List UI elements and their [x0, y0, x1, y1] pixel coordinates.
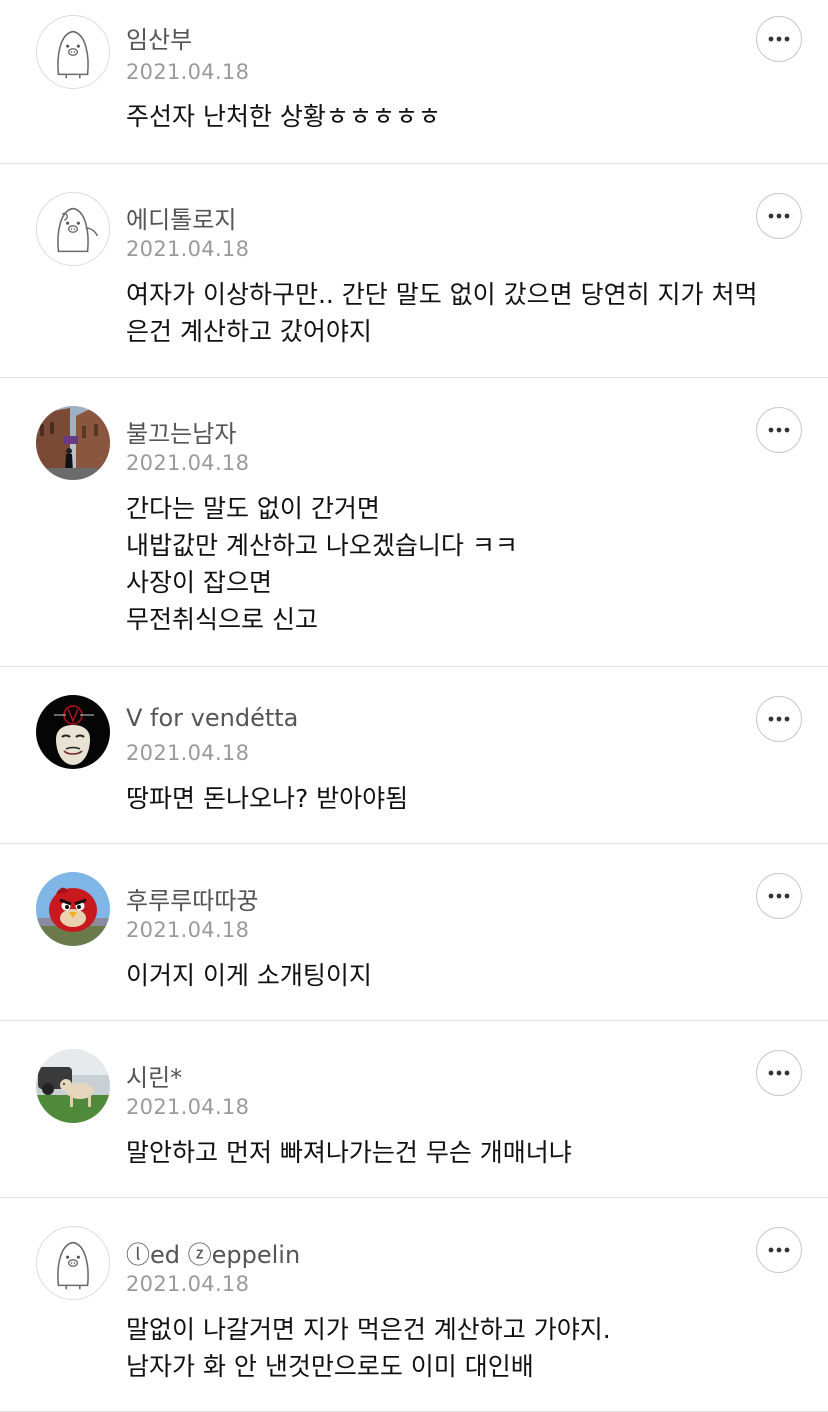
comment-text: 간다는 말도 없이 간거면 내밥값만 계산하고 나오겠습니다 ㅋㅋ 사장이 잡으… [126, 490, 796, 638]
comment-item: 시린* 2021.04.18 말안하고 먼저 빠져나가는건 무슨 개매너냐 [0, 1021, 828, 1198]
comment-nickname[interactable]: 불끄는남자 [126, 414, 236, 449]
comment-item: 후루루따따꿍 2021.04.18 이거지 이게 소개팅이지 [0, 844, 828, 1021]
comment-text-line: 사장이 잡으면 [126, 568, 272, 597]
comment-text: 땅파면 돈나오나? 받아야됨 [126, 780, 796, 817]
comment-text: 여자가 이상하구만.. 간단 말도 없이 갔으면 당연히 지가 처먹 은건 계산… [126, 276, 796, 350]
comment-item: ⓛed ⓩeppelin 2021.04.18 말없이 나갈거면 지가 먹은건 … [0, 1198, 828, 1412]
comment-date: 2021.04.18 [126, 1272, 250, 1296]
comment-text-line: 주선자 난처한 상황ㅎㅎㅎㅎㅎ [126, 102, 441, 131]
more-horizontal-icon [768, 1070, 790, 1076]
comment-date: 2021.04.18 [126, 1095, 250, 1119]
more-horizontal-icon [768, 36, 790, 42]
photo-mask-icon [36, 695, 110, 769]
comment-date: 2021.04.18 [126, 451, 250, 475]
comment-date: 2021.04.18 [126, 60, 250, 84]
more-options-button[interactable] [756, 193, 802, 239]
default-character-icon [57, 1241, 89, 1290]
comment-text: 이거지 이게 소개팅이지 [126, 957, 796, 994]
comment-item: 에디톨로지 2021.04.18 여자가 이상하구만.. 간단 말도 없이 갔으… [0, 164, 828, 378]
comment-text-line: 말없이 나갈거면 지가 먹은건 계산하고 가야지. [126, 1315, 611, 1344]
more-horizontal-icon [768, 716, 790, 722]
comment-nickname[interactable]: 후루루따따꿍 [126, 881, 258, 916]
comment-nickname[interactable]: V for vendétta [126, 704, 298, 732]
comment-date: 2021.04.18 [126, 237, 250, 261]
comment-text: 말안하고 먼저 빠져나가는건 무슨 개매너냐 [126, 1134, 796, 1171]
more-options-button[interactable] [756, 1050, 802, 1096]
comment-text-line: 이거지 이게 소개팅이지 [126, 961, 372, 990]
comment-nickname[interactable]: 에디톨로지 [126, 200, 236, 235]
default-character-icon [57, 30, 89, 79]
photo-building-icon [36, 406, 110, 480]
comment-nickname[interactable]: 시린* [126, 1058, 182, 1093]
more-options-button[interactable] [756, 873, 802, 919]
comment-text-line: 여자가 이상하구만.. 간단 말도 없이 갔으면 당연히 지가 처먹 [126, 280, 758, 309]
more-horizontal-icon [768, 893, 790, 899]
avatar[interactable] [36, 1226, 110, 1300]
comment-nickname[interactable]: ⓛed ⓩeppelin [126, 1235, 300, 1270]
more-horizontal-icon [768, 213, 790, 219]
avatar[interactable] [36, 872, 110, 946]
comment-text-line: 남자가 화 안 낸것만으로도 이미 대인배 [126, 1352, 534, 1381]
comment-text-line: 내밥값만 계산하고 나오겠습니다 ㅋㅋ [126, 531, 518, 560]
avatar[interactable] [36, 1049, 110, 1123]
comment-text-line: 땅파면 돈나오나? 받아야됨 [126, 784, 409, 813]
more-options-button[interactable] [756, 407, 802, 453]
comment-item: 불끄는남자 2021.04.18 간다는 말도 없이 간거면 내밥값만 계산하고… [0, 378, 828, 667]
comment-date: 2021.04.18 [126, 918, 250, 942]
comment-text: 주선자 난처한 상황ㅎㅎㅎㅎㅎ [126, 98, 796, 135]
avatar[interactable] [36, 192, 110, 266]
comment-item: V for vendétta 2021.04.18 땅파면 돈나오나? 받아야됨 [0, 667, 828, 844]
avatar[interactable] [36, 695, 110, 769]
more-options-button[interactable] [756, 696, 802, 742]
photo-dog-icon [36, 1049, 110, 1123]
more-options-button[interactable] [756, 1227, 802, 1273]
comment-text: 말없이 나갈거면 지가 먹은건 계산하고 가야지. 남자가 화 안 낸것만으로도… [126, 1311, 796, 1385]
more-horizontal-icon [768, 1247, 790, 1253]
comment-date: 2021.04.18 [126, 741, 250, 765]
comment-text-line: 간다는 말도 없이 간거면 [126, 494, 380, 523]
default-character-waving-icon [57, 207, 99, 253]
photo-red-bird-icon [36, 872, 110, 946]
comment-text-line: 말안하고 먼저 빠져나가는건 무슨 개매너냐 [126, 1138, 572, 1167]
comment-text-line: 은건 계산하고 갔어야지 [126, 317, 372, 346]
avatar[interactable] [36, 15, 110, 89]
more-options-button[interactable] [756, 16, 802, 62]
comment-nickname[interactable]: 임산부 [126, 20, 192, 55]
more-horizontal-icon [768, 427, 790, 433]
comment-text-line: 무전취식으로 신고 [126, 605, 318, 634]
comment-item: 임산부 2021.04.18 주선자 난처한 상황ㅎㅎㅎㅎㅎ [0, 0, 828, 164]
avatar[interactable] [36, 406, 110, 480]
